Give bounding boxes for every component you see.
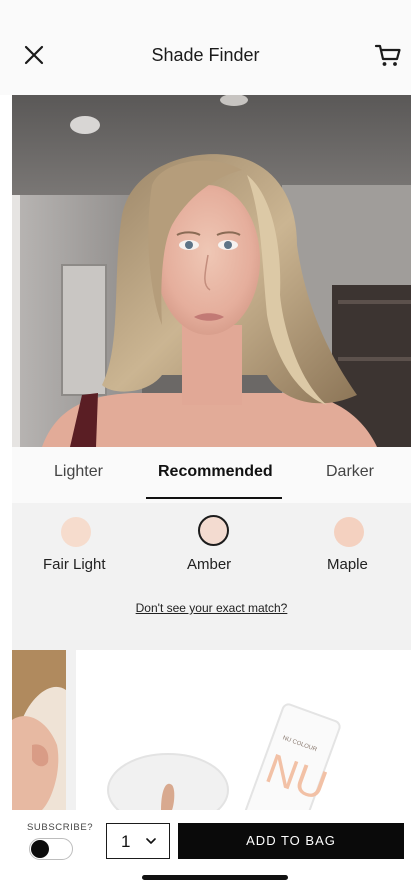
shade-selector: Fair Light Amber Maple Don't see your ex… <box>12 503 411 640</box>
toggle-knob <box>31 840 49 858</box>
shade-label-amber[interactable]: Amber <box>187 556 231 573</box>
tab-darker[interactable]: Darker <box>326 463 374 481</box>
quantity-value: 1 <box>121 832 131 851</box>
shade-label-maple[interactable]: Maple <box>327 556 368 573</box>
swatch-amber[interactable] <box>198 515 229 546</box>
tab-recommended[interactable]: Recommended <box>158 463 273 481</box>
gallery-image-model[interactable] <box>12 650 66 810</box>
shade-tabs: Lighter Recommended Darker <box>12 447 411 503</box>
active-tab-indicator <box>146 497 282 499</box>
top-bar: Shade Finder <box>0 0 411 95</box>
gallery-image-product[interactable]: NU COLOUR NU <box>76 650 366 810</box>
quantity-select[interactable]: 1 <box>106 823 170 859</box>
product-gallery[interactable]: NU COLOUR NU <box>12 640 411 810</box>
no-match-link[interactable]: Don't see your exact match? <box>12 601 411 615</box>
swatch-fair-light[interactable] <box>61 517 91 547</box>
subscribe-label: SUBSCRIBE? <box>27 822 94 833</box>
subscribe-toggle[interactable] <box>29 838 73 860</box>
purchase-bar: SUBSCRIBE? 1 ADD TO BAG <box>0 810 411 887</box>
model-photo <box>12 650 66 810</box>
swatch-maple[interactable] <box>334 517 364 547</box>
add-to-bag-button[interactable]: ADD TO BAG <box>178 823 404 859</box>
page-title: Shade Finder <box>151 45 260 65</box>
camera-image <box>12 95 411 447</box>
camera-preview <box>12 95 411 447</box>
home-indicator <box>142 875 288 880</box>
gallery-image-next[interactable] <box>364 650 411 810</box>
product-photo: NU COLOUR NU <box>76 650 366 810</box>
chevron-down-icon <box>146 838 156 844</box>
shade-finder-screen: Shade Finder Lighter Recommended Darker … <box>0 0 411 887</box>
shade-label-fair-light[interactable]: Fair Light <box>43 556 106 573</box>
cart-icon[interactable] <box>374 42 402 68</box>
tab-lighter[interactable]: Lighter <box>54 463 103 481</box>
